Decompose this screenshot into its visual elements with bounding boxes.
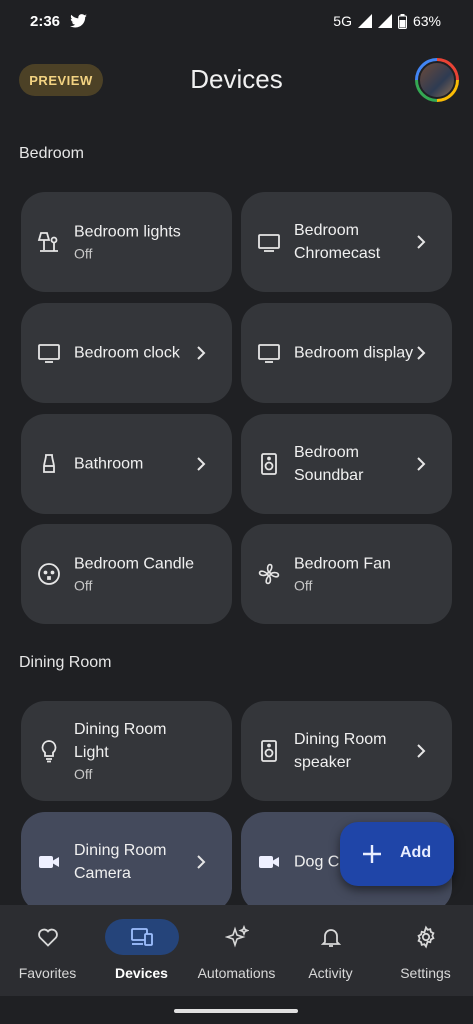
chevron-right-icon [197,346,206,360]
device-tile-bathroom[interactable]: Bathroom [21,414,232,514]
tile-text: Bedroom clock [74,342,202,365]
device-name: Dining Room Camera [74,842,167,882]
tile-text: Bathroom [74,453,202,476]
sparkle-icon [224,925,249,948]
avatar-image [418,61,456,99]
device-tile-dining-room-light[interactable]: Dining Room Light Off [21,701,232,801]
tile-text: Bedroom Fan Off [294,553,422,596]
camera-icon [259,856,279,868]
nav-label: Favorites [18,965,77,981]
status-time: 2:36 [30,13,61,30]
tile-text: Dining Room Camera [74,839,202,885]
bulb-icon [41,740,57,763]
camera-icon [39,856,59,868]
lamp-shade-icon [43,454,55,473]
chevron-right-icon [417,346,426,360]
device-tile-bedroom-candle[interactable]: Bedroom Candle Off [21,524,232,624]
device-tile-dining-room-speaker[interactable]: Dining Room speaker [241,701,452,801]
network-label: 5G [333,13,352,29]
page-title: Devices [190,64,283,94]
device-tile-bedroom-clock[interactable]: Bedroom clock [21,303,232,403]
tile-text: Dining Room speaker [294,728,422,774]
device-tile-dining-room-camera[interactable]: Dining Room Camera [21,812,232,912]
bottom-nav: Favorites Devices Automations Activity S… [0,905,473,996]
device-tile-bedroom-chromecast[interactable]: Bedroom Chromecast [241,192,452,292]
device-tile-bedroom-display[interactable]: Bedroom display [241,303,452,403]
signal-icon [377,14,392,28]
display-icon [258,344,280,363]
plus-icon [363,845,381,863]
section-title-bedroom: Bedroom [19,145,84,162]
chevron-right-icon [417,235,426,249]
plug-icon [38,563,60,585]
nav-item-activity[interactable]: Activity [283,905,378,996]
device-status: Off [74,245,93,262]
device-status: Off [74,577,93,594]
device-name: Dining Room speaker [294,731,387,771]
device-name: Bedroom Soundbar [294,444,364,484]
device-name: Bedroom display [294,344,414,362]
devices-icon [130,928,153,946]
heart-icon [37,928,58,947]
avatar[interactable] [415,58,459,102]
device-name: Dining Room Light [74,721,167,761]
tile-text: Bedroom Chromecast [294,219,422,265]
chevron-right-icon [417,744,426,758]
battery-level: 63% [412,13,441,29]
tv-icon [258,234,280,252]
app-header: PREVIEW Devices [0,58,473,106]
device-name: Bedroom lights [74,223,181,241]
nav-item-settings[interactable]: Settings [378,905,473,996]
signal-icon [357,14,372,28]
status-right: 5G 63% [333,13,441,29]
device-tile-bedroom-fan[interactable]: Bedroom Fan Off [241,524,452,624]
device-status: Off [74,766,93,782]
chevron-right-icon [197,457,206,471]
speaker-icon [261,453,277,475]
device-status: Off [294,577,313,594]
nav-label: Activity [308,965,353,981]
nav-item-automations[interactable]: Automations [189,905,284,996]
tile-text: Bedroom lights Off [74,221,202,264]
device-name: Bedroom Candle [74,555,195,573]
status-bar: 2:36 5G 63% [0,0,473,44]
nav-label: Settings [400,965,451,981]
chevron-right-icon [197,855,206,869]
speaker-icon [261,740,277,762]
twitter-icon [70,14,87,28]
bell-icon [320,929,341,947]
gear-icon [416,925,435,949]
device-tile-bedroom-lights[interactable]: Bedroom lights Off [21,192,232,292]
device-name: Bedroom Fan [294,555,391,573]
device-name: Bathroom [74,455,144,473]
tile-text: Bedroom display [294,342,422,365]
nav-label: Devices [115,965,168,981]
nav-item-favorites[interactable]: Favorites [0,905,95,996]
add-button-label: Add [400,844,432,861]
device-name: Bedroom clock [74,344,180,362]
device-tile-bedroom-soundbar[interactable]: Bedroom Soundbar [241,414,452,514]
tile-text: Bedroom Candle Off [74,553,202,596]
gesture-bar[interactable] [174,1009,298,1013]
device-name: Bedroom Chromecast [294,222,381,262]
section-title-dining-room: Dining Room [19,654,112,671]
chevron-right-icon [417,457,426,471]
display-icon [38,344,60,363]
nav-label: Automations [197,965,276,981]
fan-icon [258,563,280,585]
nav-item-devices[interactable]: Devices [94,905,189,996]
lamp-icon [37,232,58,252]
add-button[interactable]: Add [340,822,454,886]
tile-text: Dining Room Light Off [74,718,202,784]
battery-icon [397,13,407,29]
tile-text: Bedroom Soundbar [294,441,422,487]
